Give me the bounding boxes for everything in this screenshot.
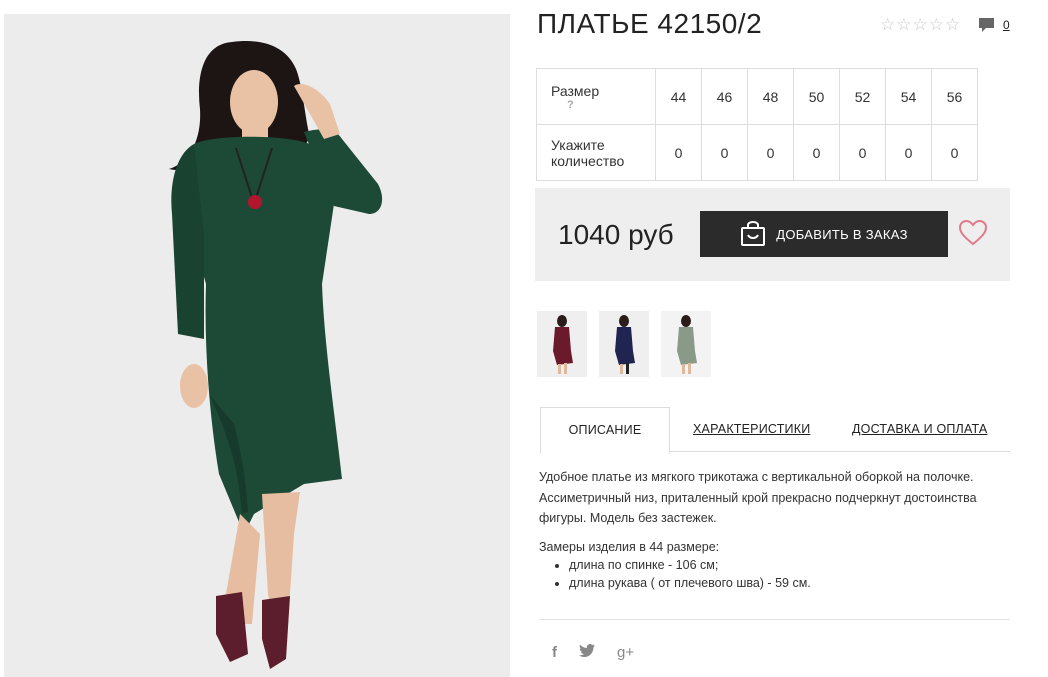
thumbnail-gallery: [537, 311, 711, 377]
product-tabs: ОПИСАНИЕ ХАРАКТЕРИСТИКИ ДОСТАВКА И ОПЛАТ…: [540, 407, 1010, 454]
comment-icon[interactable]: [978, 17, 995, 38]
add-to-order-label: ДОБАВИТЬ В ЗАКАЗ: [776, 226, 908, 242]
measures-block: Замеры изделия в 44 размере: длина по сп…: [539, 538, 811, 592]
quantity-row: Укажите количество 0 0 0 0 0 0 0: [536, 124, 978, 181]
thumbnail-burgundy[interactable]: [537, 311, 587, 377]
product-title: ПЛАТЬЕ 42150/2: [537, 8, 763, 39]
size-cell: 52: [839, 68, 886, 125]
quantity-input[interactable]: 0: [839, 124, 886, 181]
star-icon[interactable]: ☆: [880, 16, 895, 33]
quantity-input[interactable]: 0: [701, 124, 748, 181]
tab-description[interactable]: ОПИСАНИЕ: [540, 407, 670, 454]
quantity-input[interactable]: 0: [793, 124, 840, 181]
size-header-cell: Размер ?: [536, 68, 656, 125]
measures-list: длина по спинке - 106 см; длина рукава (…: [539, 556, 811, 592]
quantity-label: Укажите количество: [536, 124, 656, 181]
thumbnail-navy[interactable]: [599, 311, 649, 377]
size-cell: 44: [655, 68, 702, 125]
price-panel: 1040 руб ДОБАВИТЬ В ЗАКАЗ: [535, 188, 1010, 281]
google-plus-icon[interactable]: g+: [617, 644, 634, 661]
quantity-input[interactable]: 0: [931, 124, 978, 181]
size-cell: 50: [793, 68, 840, 125]
comment-count-link[interactable]: 0: [1003, 18, 1010, 32]
size-help-icon[interactable]: ?: [567, 99, 655, 111]
quantity-input[interactable]: 0: [655, 124, 702, 181]
quantity-input[interactable]: 0: [747, 124, 794, 181]
tab-characteristics[interactable]: ХАРАКТЕРИСТИКИ: [693, 407, 810, 451]
heart-icon[interactable]: [958, 219, 988, 251]
section-divider: [539, 619, 1010, 620]
model-illustration: [4, 14, 510, 677]
star-icon[interactable]: ☆: [896, 16, 911, 33]
size-label: Размер: [551, 82, 600, 99]
social-share: f g+: [552, 644, 634, 661]
rating-stars[interactable]: ☆ ☆ ☆ ☆ ☆: [880, 16, 960, 33]
facebook-icon[interactable]: f: [552, 644, 557, 661]
tab-delivery-payment[interactable]: ДОСТАВКА И ОПЛАТА: [852, 407, 987, 451]
description-paragraph: Удобное платье из мягкого трикотажа с ве…: [539, 470, 977, 525]
size-cell: 54: [885, 68, 932, 125]
size-cell: 46: [701, 68, 748, 125]
star-icon[interactable]: ☆: [945, 16, 960, 33]
description-text: Удобное платье из мягкого трикотажа с ве…: [539, 467, 1009, 529]
size-quantity-table: Размер ? 44 46 48 50 52 54 56 Укажите ко…: [536, 68, 978, 181]
measures-title: Замеры изделия в 44 размере:: [539, 540, 720, 554]
star-icon[interactable]: ☆: [929, 16, 944, 33]
add-to-order-button[interactable]: ДОБАВИТЬ В ЗАКАЗ: [700, 211, 948, 257]
measure-item: длина по спинке - 106 см;: [569, 556, 811, 574]
size-cell: 48: [747, 68, 794, 125]
star-icon[interactable]: ☆: [913, 16, 928, 33]
measure-item: длина рукава ( от плечевого шва) - 59 см…: [569, 574, 811, 592]
size-cell: 56: [931, 68, 978, 125]
twitter-icon[interactable]: [579, 644, 595, 661]
shopping-bag-icon: [740, 219, 766, 250]
size-row: Размер ? 44 46 48 50 52 54 56: [536, 68, 978, 125]
quantity-input[interactable]: 0: [885, 124, 932, 181]
thumbnail-sage[interactable]: [661, 311, 711, 377]
price-value: 1040 руб: [558, 219, 674, 250]
product-main-photo[interactable]: [4, 14, 510, 677]
